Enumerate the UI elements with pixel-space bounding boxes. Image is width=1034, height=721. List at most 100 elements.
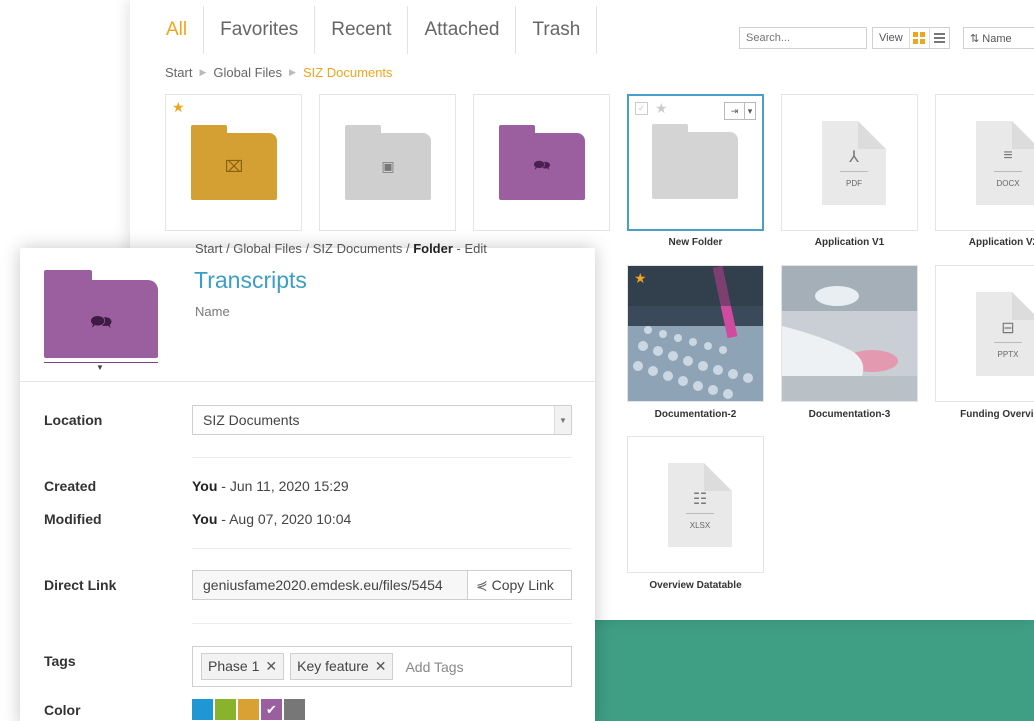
tab-favorites[interactable]: Favorites (204, 6, 316, 54)
color-swatch-purple[interactable]: ✔ (261, 699, 282, 720)
select-checkbox[interactable]: ✓ (635, 102, 648, 115)
folder-card-grey[interactable]: ▣ (319, 94, 456, 231)
view-switcher: View (872, 27, 950, 49)
folder-actions[interactable]: ⇥ ▾ (724, 102, 756, 120)
grid-view-icon[interactable] (908, 28, 929, 48)
close-icon[interactable]: ✕ (265, 658, 277, 674)
filter-tabs: All Favorites Recent Attached Trash (150, 6, 598, 54)
panel-breadcrumb-type: Folder (413, 241, 453, 256)
location-value: SIZ Documents (203, 412, 300, 428)
folder-edit-panel: 🗪 ▼ Start / Global Files / SIZ Documents… (20, 241, 595, 721)
color-swatch-grey[interactable] (284, 699, 305, 720)
chevron-down-icon[interactable]: ▼ (554, 406, 571, 434)
file-name: New Folder (668, 237, 723, 248)
folder-card-purple[interactable]: 🗪 (473, 94, 610, 231)
file-extension: XLSX (689, 521, 711, 530)
modified-by: You (192, 511, 218, 527)
file-name: Documentation-2 (654, 409, 737, 420)
folder-card-yellow[interactable]: ★ ⌧ (165, 94, 302, 231)
move-icon[interactable]: ⇥ (725, 103, 745, 119)
copy-link-label: Copy Link (491, 577, 554, 593)
presentation-icon: ⌧ (224, 158, 244, 176)
color-label: Color (44, 702, 81, 718)
direct-link-field: geniusfame2020.emdesk.eu/files/5454 ⋞ Co… (192, 570, 572, 600)
file-extension: PDF (846, 179, 862, 188)
direct-link-label: Direct Link (44, 577, 117, 593)
star-icon[interactable]: ★ (634, 270, 647, 287)
image-card-documentation-2[interactable]: ★ (627, 265, 764, 402)
tab-all[interactable]: All (150, 6, 205, 54)
chat-icon: 🗪 (90, 312, 113, 332)
folder-icon: ⌧ (191, 125, 277, 200)
file-name: Overview Datatable (649, 580, 742, 591)
file-card-pdf[interactable]: ⅄ PDF (781, 94, 918, 231)
color-swatch-green[interactable] (215, 699, 236, 720)
check-icon: ✔ (266, 702, 277, 717)
star-icon[interactable]: ★ (172, 99, 185, 116)
file-card-pptx[interactable]: ⊟ PPTX (935, 265, 1034, 402)
folder-icon: 🗪 (499, 125, 585, 200)
view-label: View (879, 32, 903, 44)
file-name: Funding Overview (960, 409, 1034, 420)
color-picker: ✔ (192, 699, 307, 720)
sort-icon: ⇅ (970, 33, 980, 45)
text-lines-icon: ≡ (1003, 147, 1013, 164)
color-swatch-blue[interactable] (192, 699, 213, 720)
tags-label: Tags (44, 653, 76, 669)
chat-icon: 🗪 (533, 156, 551, 173)
folder-preview[interactable]: 🗪 ▼ (44, 270, 158, 372)
tab-trash[interactable]: Trash (516, 6, 598, 54)
panel-breadcrumb: Start / Global Files / SIZ Documents / F… (195, 241, 487, 256)
name-label: Name (195, 304, 230, 319)
add-tags-placeholder[interactable]: Add Tags (405, 659, 463, 675)
tag-label: Key feature (297, 658, 369, 674)
tab-attached[interactable]: Attached (408, 6, 517, 54)
tag-chip: Phase 1 ✕ (201, 653, 285, 680)
folder-title[interactable]: Transcripts (194, 267, 307, 294)
sort-label: Name (982, 33, 1012, 45)
search-input[interactable] (739, 27, 867, 49)
file-card-docx[interactable]: ≡ DOCX (935, 94, 1034, 231)
modified-label: Modified (44, 511, 102, 527)
lab-tubes-photo (628, 266, 763, 401)
direct-link-input[interactable]: geniusfame2020.emdesk.eu/files/5454 (193, 571, 467, 599)
chevron-down-icon[interactable]: ▼ (96, 363, 104, 372)
folder-icon: ▣ (345, 125, 431, 200)
location-label: Location (44, 412, 103, 428)
divider (192, 623, 572, 624)
breadcrumb-start[interactable]: Start (165, 65, 192, 80)
file-name: Application V1 (814, 237, 885, 248)
list-view-icon[interactable] (928, 28, 949, 48)
folder-icon (652, 124, 738, 199)
chevron-down-icon[interactable]: ▾ (745, 103, 755, 119)
color-swatch-yellow[interactable] (238, 699, 259, 720)
breadcrumb-global-files[interactable]: Global Files (213, 65, 282, 80)
tab-recent[interactable]: Recent (315, 6, 409, 54)
sort-select[interactable]: ⇅ Name (963, 27, 1034, 49)
star-icon[interactable]: ★ (655, 100, 668, 117)
created-by: You (192, 478, 218, 494)
folder-card-new-folder[interactable]: ✓ ★ ⇥ ▾ (627, 94, 764, 231)
teal-backdrop (560, 620, 1034, 721)
copy-link-button[interactable]: ⋞ Copy Link (467, 571, 562, 599)
modified-value: You - Aug 07, 2020 10:04 (192, 511, 351, 527)
location-select[interactable]: SIZ Documents ▼ (192, 405, 572, 435)
image-card-documentation-3[interactable] (781, 265, 918, 402)
document-icon: ⊟ PPTX (976, 292, 1034, 376)
file-card-xlsx[interactable]: ☷ XLSX (627, 436, 764, 573)
tag-label: Phase 1 (208, 658, 260, 674)
created-label: Created (44, 478, 97, 494)
tags-input[interactable]: Phase 1 ✕ Key feature ✕ Add Tags (192, 646, 572, 687)
tag-chip: Key feature ✕ (290, 653, 394, 680)
panel-breadcrumb-path: Start / Global Files / SIZ Documents / (195, 241, 414, 256)
modified-date: - Aug 07, 2020 10:04 (217, 511, 352, 527)
document-icon: ⅄ PDF (822, 121, 886, 205)
share-icon: ⋞ (476, 577, 488, 593)
breadcrumb: Start ▶ Global Files ▶ SIZ Documents (165, 65, 393, 80)
close-icon[interactable]: ✕ (375, 658, 387, 674)
document-icon: ≡ DOCX (976, 121, 1034, 205)
petri-dish-photo (782, 266, 917, 401)
file-name: Documentation-3 (808, 409, 891, 420)
presentation-icon: ⊟ (1001, 320, 1015, 337)
created-date: - Jun 11, 2020 15:29 (217, 478, 349, 494)
